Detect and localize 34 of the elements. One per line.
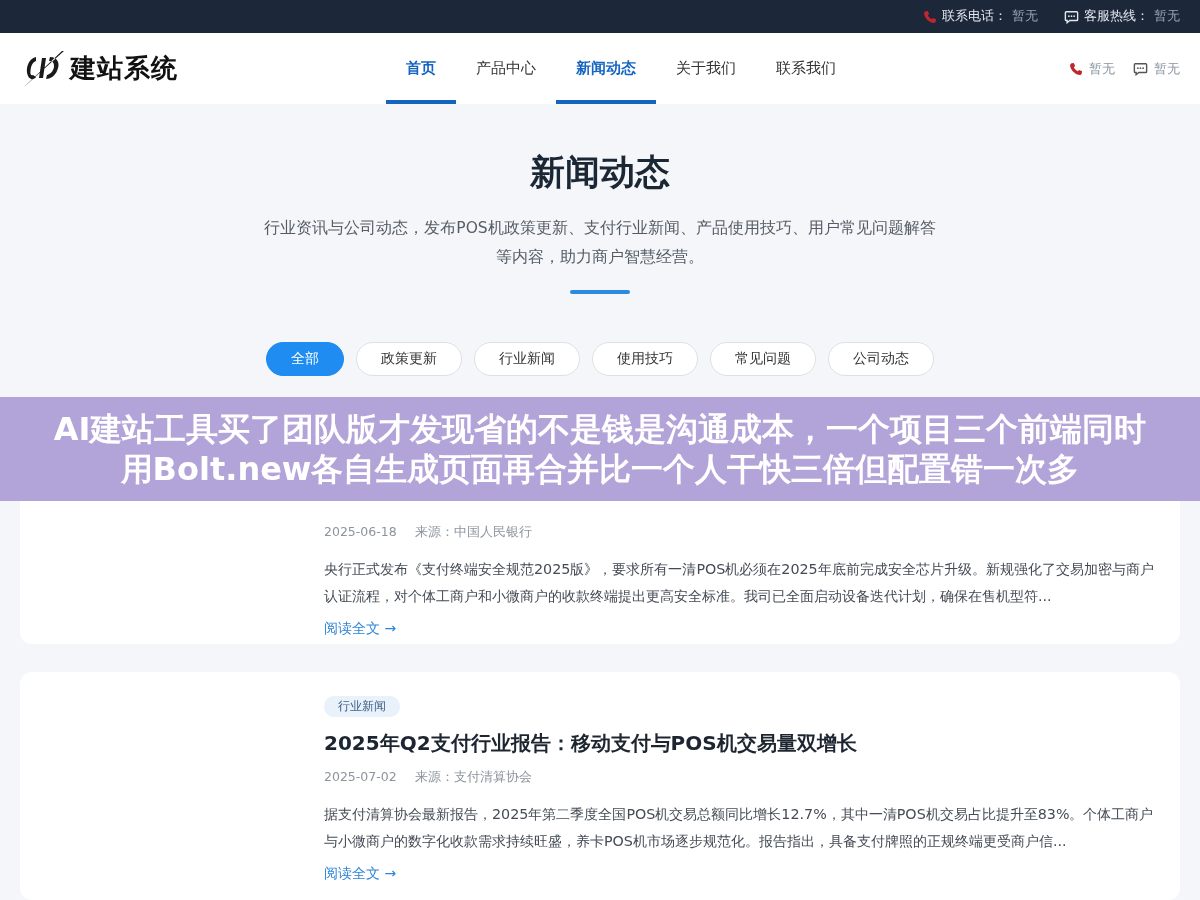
filter-tab[interactable]: 政策更新 [356, 342, 462, 376]
logo-text: 建站系统 [70, 52, 178, 85]
phone-icon [923, 9, 937, 24]
page-title: 新闻动态 [530, 151, 670, 194]
phone-icon [1069, 61, 1083, 76]
read-more-link[interactable]: 阅读全文 → [324, 620, 397, 638]
category-tag: 行业新闻 [324, 696, 400, 717]
contact-label: 客服热线： [1084, 8, 1149, 25]
filter-tab[interactable]: 使用技巧 [592, 342, 698, 376]
chat-icon [1064, 9, 1079, 24]
nav-link[interactable]: 新闻动态 [556, 33, 656, 104]
contact-label: 联系电话： [942, 8, 1007, 25]
contact-value: 暂无 [1154, 8, 1180, 25]
contact-value: 暂无 [1089, 59, 1115, 78]
article-source: 来源：支付清算协会 [414, 769, 532, 786]
article-summary: 据支付清算协会最新报告，2025年第二季度全国POS机交易总额同比增长12.7%，其中一清POS机交易占比提升至83%。个体工商户与小微商户的数字化收款需求持续旺盛，养卡POS机市场逐步规范化。报告指出，具备支付牌照的正规终端更受商户信... [324, 805, 1155, 851]
article-title[interactable]: 2025年Q2支付行业报告：移动支付与POS机交易量双增长 [324, 730, 857, 757]
filter-tab[interactable]: 常见问题 [710, 342, 816, 376]
filter-tab[interactable]: 公司动态 [828, 342, 934, 376]
contact-value: 暂无 [1154, 59, 1180, 78]
nav-link[interactable]: 首页 [386, 33, 456, 104]
contact-value: 暂无 [1012, 8, 1038, 25]
nav-link[interactable]: 联系我们 [756, 33, 856, 104]
read-more-link[interactable]: 阅读全文 → [324, 865, 397, 883]
article-date: 2025-07-02 [324, 769, 397, 786]
chat-icon [1133, 61, 1148, 76]
nav-link[interactable]: 产品中心 [456, 33, 556, 104]
article-date: 2025-06-18 [324, 524, 397, 541]
filter-tab[interactable]: 行业新闻 [474, 342, 580, 376]
page-subtitle: 行业资讯与公司动态，发布POS机政策更新、支付行业新闻、产品使用技巧、用户常见问题解答等内容，助力商户智慧经营。 [263, 218, 937, 268]
nav-link[interactable]: 关于我们 [656, 33, 756, 104]
article-summary: 央行正式发布《支付终端安全规范2025版》，要求所有一清POS机必须在2025年底前完成安全芯片升级。新规强化了交易加密与商户认证流程，对个体工商户和小微商户的收款终端提出更高安全标准。我司已全面启动设备迭代计划，确保在售机型符... [324, 560, 1155, 606]
banner-headline: AI建站工具买了团队版才发现省的不是钱是沟通成本，一个项目三个前端同时用Bolt.new各自生成页面再合并比一个人干快三倍但配置错一次多 [52, 409, 1148, 489]
article-source: 来源：中国人民银行 [414, 524, 532, 541]
